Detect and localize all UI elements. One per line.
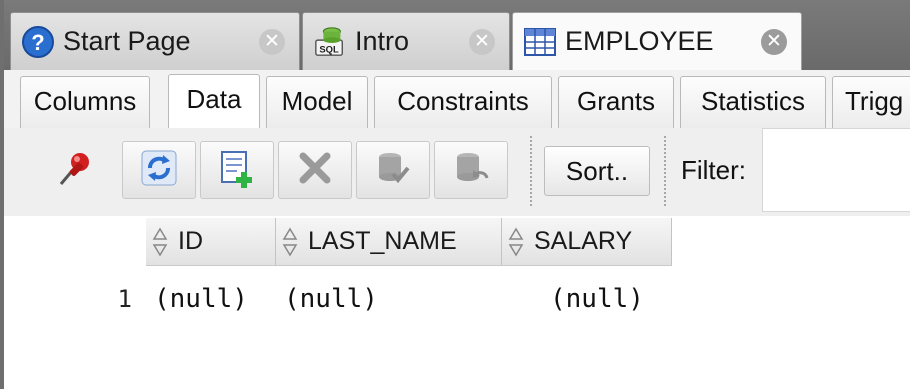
object-sub-tab-bar: Columns Data Model Constraints Grants St… — [4, 70, 910, 129]
tab-model[interactable]: Model — [266, 76, 368, 128]
tab-start-page[interactable]: ? Start Page ✕ — [10, 12, 300, 70]
svg-text:?: ? — [31, 30, 44, 55]
help-icon: ? — [21, 25, 55, 59]
tab-label: Intro — [355, 26, 410, 56]
sql-worksheet-icon: SQL — [313, 25, 347, 59]
column-header-label: ID — [178, 227, 203, 255]
column-header-label: SALARY — [534, 227, 633, 255]
tab-statistics[interactable]: Statistics — [680, 76, 826, 128]
close-icon[interactable]: ✕ — [469, 29, 495, 55]
tab-intro[interactable]: SQL Intro ✕ — [302, 12, 510, 70]
tab-constraints[interactable]: Constraints — [374, 76, 552, 128]
data-grid: ID LAST_NAME SALARY 1 (null) (null) (nul… — [4, 216, 910, 389]
row-number[interactable]: 1 — [108, 278, 132, 320]
delete-row-icon — [295, 148, 335, 193]
insert-row-button[interactable] — [200, 141, 274, 199]
column-header-salary[interactable]: SALARY — [502, 218, 672, 266]
refresh-icon — [139, 148, 179, 193]
delete-row-button[interactable] — [278, 141, 352, 199]
tab-columns[interactable]: Columns — [20, 76, 150, 128]
tab-grants[interactable]: Grants — [558, 76, 674, 128]
insert-row-icon — [217, 148, 257, 193]
sort-arrows-icon — [282, 227, 300, 257]
sort-arrows-icon — [508, 227, 526, 257]
tab-label: EMPLOYEE — [565, 26, 714, 56]
sort-button[interactable]: Sort.. — [544, 146, 650, 196]
close-icon[interactable]: ✕ — [259, 29, 285, 55]
refresh-button[interactable] — [122, 141, 196, 199]
rollback-icon — [451, 148, 491, 193]
data-toolbar: Sort.. Filter: — [4, 128, 910, 216]
close-icon[interactable]: ✕ — [761, 29, 787, 55]
cell-id[interactable]: (null) — [154, 278, 248, 320]
column-header-label: LAST_NAME — [308, 227, 457, 255]
toolbar-separator — [664, 136, 666, 206]
tab-employee[interactable]: EMPLOYEE ✕ — [512, 12, 802, 70]
freeze-pin-icon — [55, 148, 95, 193]
filter-input[interactable] — [762, 128, 910, 212]
table-icon — [523, 25, 557, 59]
svg-text:SQL: SQL — [319, 44, 339, 55]
column-header-last-name[interactable]: LAST_NAME — [276, 218, 502, 266]
cell-salary[interactable]: (null) — [550, 278, 644, 320]
commit-icon — [373, 148, 413, 193]
cell-last-name[interactable]: (null) — [284, 278, 378, 320]
commit-button[interactable] — [356, 141, 430, 199]
rollback-button[interactable] — [434, 141, 508, 199]
toolbar-separator — [530, 136, 532, 206]
tab-data[interactable]: Data — [168, 74, 260, 128]
tab-triggers[interactable]: Trigg — [832, 76, 910, 128]
document-tab-bar: ? Start Page ✕ SQL Intro ✕ EMPLOYEE ✕ — [4, 0, 910, 70]
column-header-id[interactable]: ID — [146, 218, 276, 266]
filter-label: Filter: — [681, 155, 746, 185]
freeze-view-button[interactable] — [38, 141, 112, 199]
tab-label: Start Page — [63, 26, 191, 56]
sort-arrows-icon — [152, 227, 170, 257]
